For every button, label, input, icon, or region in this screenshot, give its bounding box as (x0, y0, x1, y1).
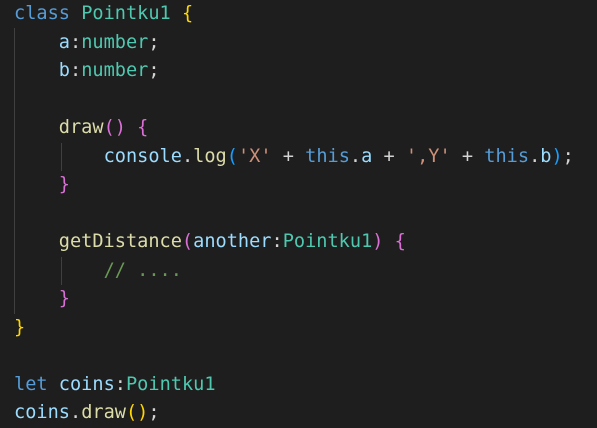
type-number: number (81, 60, 149, 81)
method-getdistance: getDistance (58, 231, 182, 252)
code-line-14[interactable]: let coins:Pointku1 (14, 371, 216, 400)
colon: : (114, 373, 126, 395)
type-number: number (81, 31, 149, 53)
code-line-9[interactable]: getDistance(another:Pointku1) { (14, 228, 406, 257)
semicolon: ; (562, 145, 574, 167)
this-keyword: this (305, 145, 350, 167)
code-line-2[interactable]: a:number; (14, 29, 160, 58)
colon: : (271, 231, 283, 252)
keyword-class: class (14, 3, 70, 24)
code-line-6[interactable]: console.log('X' + this.a + ',Y' + this.b… (14, 143, 574, 172)
code-line-3[interactable]: b:number; (14, 57, 160, 86)
property-a-ref: a (361, 145, 373, 167)
close-paren: ) (372, 231, 384, 252)
method-draw: draw (58, 117, 104, 138)
code-line-10[interactable]: // .... (14, 257, 182, 286)
comment: // .... (103, 259, 182, 281)
keyword-let: let (14, 373, 48, 395)
type-pointku1: Pointku1 (125, 373, 216, 395)
plus-operator: + (372, 145, 406, 167)
close-paren: ) (551, 145, 563, 167)
method-draw-call: draw (81, 402, 126, 423)
dot: . (349, 145, 362, 167)
this-keyword: this (484, 145, 530, 167)
dot: . (69, 402, 82, 423)
open-paren: ( (181, 231, 194, 252)
variable-coins: coins (14, 402, 70, 423)
plus-operator: + (450, 145, 485, 167)
string-y: ',Y' (405, 145, 451, 167)
close-brace: } (58, 174, 70, 195)
code-line-1[interactable]: class Pointku1 { (14, 0, 193, 29)
semicolon: ; (148, 60, 160, 81)
dot: . (529, 145, 541, 167)
semicolon: ; (148, 31, 160, 53)
open-brace: { (181, 3, 194, 24)
parens: () (125, 402, 149, 423)
colon: : (69, 60, 82, 81)
property-b: b (58, 60, 70, 81)
open-paren: ( (226, 145, 238, 167)
semicolon: ; (148, 402, 160, 423)
variable-coins: coins (58, 373, 115, 395)
type-pointku1: Pointku1 (282, 231, 373, 252)
code-line-7[interactable]: } (14, 171, 70, 200)
code-line-11[interactable]: } (14, 285, 70, 314)
param-another: another (193, 231, 272, 252)
open-brace: { (137, 117, 149, 138)
parens: () (103, 117, 126, 138)
code-line-12[interactable]: } (14, 314, 25, 343)
colon: : (69, 31, 82, 53)
class-name: Pointku1 (81, 3, 171, 24)
plus-operator: + (271, 145, 306, 167)
code-line-15[interactable]: coins.draw(); (14, 399, 160, 428)
close-brace: } (58, 288, 70, 309)
open-brace: { (394, 231, 406, 252)
code-line-5[interactable]: draw() { (14, 114, 149, 143)
code-editor[interactable]: class Pointku1 { a:number; b:number; dra… (0, 0, 597, 428)
string-x: 'X' (237, 145, 272, 167)
dot: . (181, 145, 194, 167)
property-b-ref: b (540, 145, 552, 167)
property-a: a (58, 31, 70, 53)
close-brace: } (14, 316, 26, 338)
log-function: log (193, 145, 227, 167)
console-object: console (103, 145, 182, 167)
